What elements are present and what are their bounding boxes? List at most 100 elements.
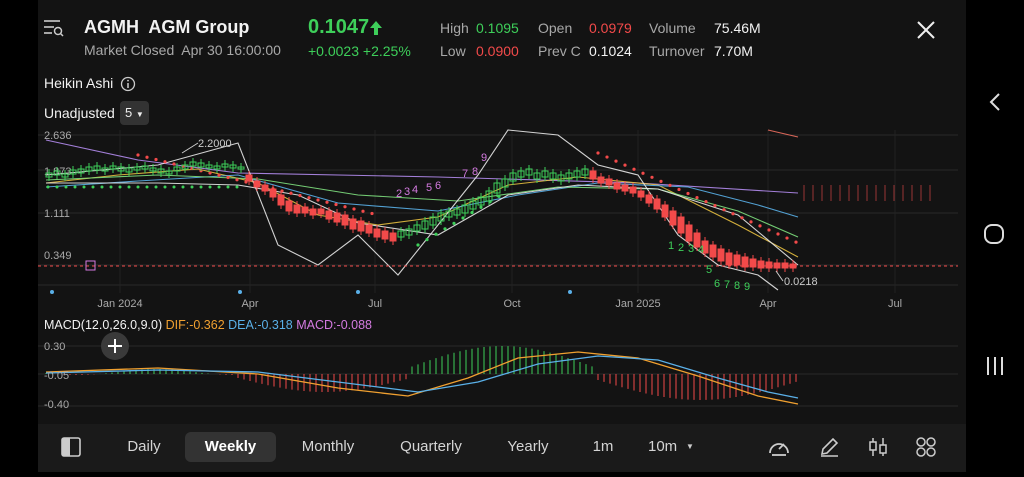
menu-search-icon[interactable] [42, 18, 64, 38]
macd-y-ticks: 0.30 -0.05 -0.40 [44, 341, 69, 411]
y-tick-label: 0.349 [44, 250, 72, 262]
prevc-value: 0.1024 [589, 43, 632, 59]
sar-dot [740, 216, 744, 220]
x-tick-label: Apr [241, 298, 258, 310]
candle-body [773, 262, 781, 269]
candle-body [621, 184, 629, 192]
close-icon[interactable] [915, 19, 937, 41]
open-label: Open [538, 20, 573, 36]
candle-body [269, 188, 277, 198]
candle-body [749, 258, 757, 268]
grid-menu-icon[interactable] [915, 436, 937, 458]
last-price-value: 0.1047 [308, 16, 370, 38]
sar-dot [704, 200, 708, 204]
tab-monthly[interactable]: Monthly [290, 432, 366, 462]
sar-dot [289, 191, 293, 195]
td-up-count: 4 [412, 184, 418, 196]
add-indicator-icon[interactable] [100, 331, 130, 361]
sar-dot [677, 187, 681, 192]
sar-dot [190, 185, 194, 189]
event-dot [568, 290, 572, 294]
x-tick-label: Jul [888, 298, 902, 310]
speedometer-icon[interactable] [767, 436, 791, 458]
candle-body [597, 176, 605, 184]
back-chevron-icon [989, 93, 1000, 111]
prevc-label: Prev C [538, 43, 581, 59]
td-down-count: 2 [678, 242, 684, 254]
tab-1m[interactable]: 1m [585, 432, 621, 462]
sar-dot [731, 212, 735, 216]
price-chart[interactable]: 2.6361.8731.1110.349 2.20000.02182 3 4 5 67 8… [38, 125, 958, 313]
right-system-rail [966, 0, 1024, 472]
sar-dot [154, 185, 158, 189]
info-icon[interactable] [120, 76, 136, 92]
low-marker-pointer [775, 270, 784, 282]
macd-lines [45, 351, 799, 405]
low-label: Low [440, 43, 466, 59]
td-up-count: 9 [481, 152, 487, 164]
indicator-settings-icon[interactable] [867, 436, 889, 458]
sar-dot [73, 185, 77, 189]
draw-pencil-icon[interactable] [818, 436, 840, 458]
event-dot [50, 290, 54, 294]
macd-legend: MACD(12.0,26.0,9.0) DIF:-0.362 DEA:-0.31… [44, 318, 372, 332]
market-status: Market Closed Apr 30 16:00:00 [84, 42, 281, 58]
low-value: 0.0900 [476, 43, 519, 59]
td-up-count: 6 [435, 180, 441, 192]
sar-dot [695, 195, 699, 200]
macd-title: MACD(12.0,26.0,9.0) [44, 318, 163, 332]
sar-dot [163, 185, 167, 189]
low-marker-label: 0.0218 [784, 276, 818, 288]
sar-dot [46, 185, 50, 189]
candle-body [741, 256, 749, 268]
sar-dot [361, 209, 365, 213]
tab-10m[interactable]: 10m [648, 432, 686, 462]
macd-chart[interactable]: 0.30 -0.05 -0.40 [38, 336, 958, 412]
x-tick-label: Jan 2025 [615, 298, 660, 310]
tab-quarterly[interactable]: Quarterly [388, 432, 474, 462]
macd-y-tick-label: -0.05 [44, 370, 69, 382]
candle-body [629, 186, 637, 194]
price-annotations: 2.20000.02182 3 4 5 67 891 2 3 456 7 8 9 [181, 138, 818, 293]
x-tick-label: Oct [503, 298, 520, 310]
home-circle-icon [984, 224, 1004, 244]
adjust-label[interactable]: Unadjusted [44, 105, 115, 121]
sar-dot [452, 221, 456, 225]
candle-body [261, 184, 269, 192]
sar-dot [370, 211, 374, 216]
candle-body [645, 194, 653, 204]
layout-toggle-icon[interactable] [60, 436, 82, 458]
tab-daily[interactable]: Daily [112, 432, 176, 462]
tab-10m-dropdown-icon[interactable]: ▼ [686, 442, 694, 451]
left-system-rail [0, 0, 38, 472]
x-tick-label: Apr [759, 298, 776, 310]
candle-body [333, 212, 341, 223]
ma-period-dropdown[interactable]: 5 ▼ [120, 101, 149, 125]
candle-body [293, 204, 301, 214]
chart-type-label[interactable]: Heikin Ashi [44, 75, 113, 91]
high-marker-pointer [181, 142, 199, 154]
sar-dot [614, 159, 618, 163]
candle-body [605, 178, 613, 186]
candle-body [669, 210, 677, 226]
candle-body [757, 260, 765, 269]
sar-dot [136, 185, 140, 189]
candle-body [325, 210, 333, 220]
tab-weekly[interactable]: Weekly [185, 432, 276, 462]
high-label: High [440, 20, 469, 36]
y-tick-label: 1.873 [44, 166, 72, 178]
company-name: AGM Group [148, 17, 250, 37]
turnover-value: 7.70M [714, 43, 753, 59]
sar-dot [767, 228, 771, 232]
sar-dot [235, 178, 239, 182]
tab-yearly[interactable]: Yearly [496, 432, 560, 462]
td-down-count: 1 [668, 240, 674, 252]
sar-dot [443, 227, 447, 231]
event-dot [238, 290, 242, 294]
price-x-ticks: Jan 2024 Apr Jul Oct Jan 2025 Apr Jul [97, 298, 902, 310]
sar-dot [298, 193, 302, 198]
candle-body [301, 206, 309, 214]
sar-dot [425, 238, 429, 242]
candle-body [789, 263, 797, 269]
td-up-count: 8 [472, 166, 478, 178]
